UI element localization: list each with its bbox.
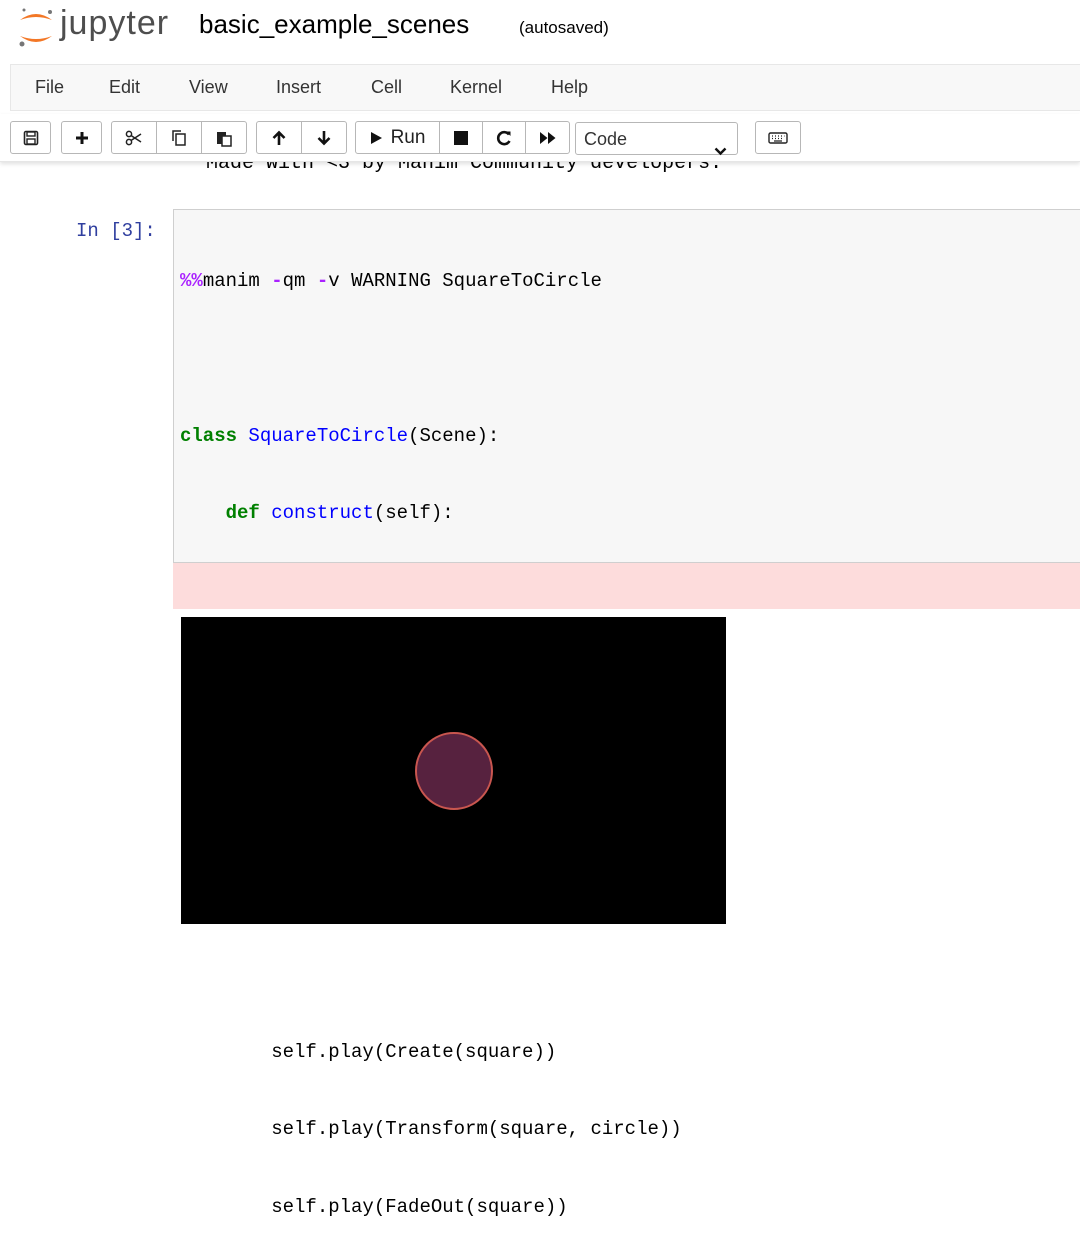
autosave-status: (autosaved)	[519, 18, 609, 37]
menu-edit[interactable]: Edit	[109, 77, 140, 98]
move-down-button[interactable]	[301, 121, 347, 154]
menubar: File Edit View Insert Cell Kernel Help	[10, 64, 1080, 111]
command-palette-button[interactable]	[755, 121, 801, 154]
code-line: class SquareToCircle(Scene):	[180, 424, 500, 447]
run-icon	[370, 131, 383, 145]
menu-cell[interactable]: Cell	[371, 77, 402, 98]
cell-type-select[interactable]: Code	[575, 122, 738, 156]
jupyter-logo-icon[interactable]	[16, 6, 56, 50]
menu-insert[interactable]: Insert	[276, 77, 321, 98]
save-button[interactable]	[10, 121, 51, 154]
restart-run-all-button[interactable]	[525, 121, 570, 154]
code-line: self.play(FadeOut(square))	[180, 1195, 568, 1218]
jupyter-wordmark[interactable]: jupyter	[60, 4, 169, 43]
keyboard-icon	[768, 131, 788, 145]
save-icon	[23, 130, 39, 146]
chevron-down-icon	[714, 134, 727, 167]
menu-help[interactable]: Help	[551, 77, 588, 98]
run-button[interactable]: Run	[355, 121, 440, 154]
toolbar: Run Code	[0, 114, 1080, 162]
code-line: self.play(Create(square))	[180, 1041, 557, 1064]
insert-cell-button[interactable]	[61, 121, 102, 154]
notebook-header: jupyter basic_example_scenes (autosaved)	[0, 0, 1080, 56]
code-line: self.play(Transform(square, circle))	[180, 1118, 682, 1141]
run-button-label: Run	[390, 126, 426, 148]
plus-icon	[74, 130, 90, 146]
video-output[interactable]	[181, 617, 726, 924]
scissors-icon	[125, 130, 143, 146]
copy-icon	[170, 129, 188, 147]
interrupt-kernel-button[interactable]	[439, 121, 483, 154]
menu-file[interactable]: File	[35, 77, 64, 98]
arrow-down-icon	[316, 130, 332, 146]
stop-icon	[454, 130, 468, 145]
cut-button[interactable]	[111, 121, 157, 154]
paste-icon	[215, 129, 233, 147]
move-up-button[interactable]	[256, 121, 302, 154]
stderr-output	[173, 563, 1080, 609]
paste-button[interactable]	[201, 121, 247, 154]
cell-type-value: Code	[584, 129, 628, 149]
input-prompt: In [3]:	[76, 220, 156, 242]
copy-button[interactable]	[156, 121, 202, 154]
restart-kernel-button[interactable]	[482, 121, 526, 154]
restart-icon	[496, 130, 512, 146]
menu-kernel[interactable]: Kernel	[450, 77, 502, 98]
pink-circle-shape	[415, 732, 493, 810]
code-line: %%manim -qm -v WARNING SquareToCircle	[180, 270, 602, 293]
arrow-up-icon	[271, 130, 287, 146]
notebook-title[interactable]: basic_example_scenes	[199, 9, 469, 40]
fast-forward-icon	[539, 131, 557, 145]
code-line: def construct(self):	[225, 501, 454, 524]
menu-view[interactable]: View	[189, 77, 228, 98]
